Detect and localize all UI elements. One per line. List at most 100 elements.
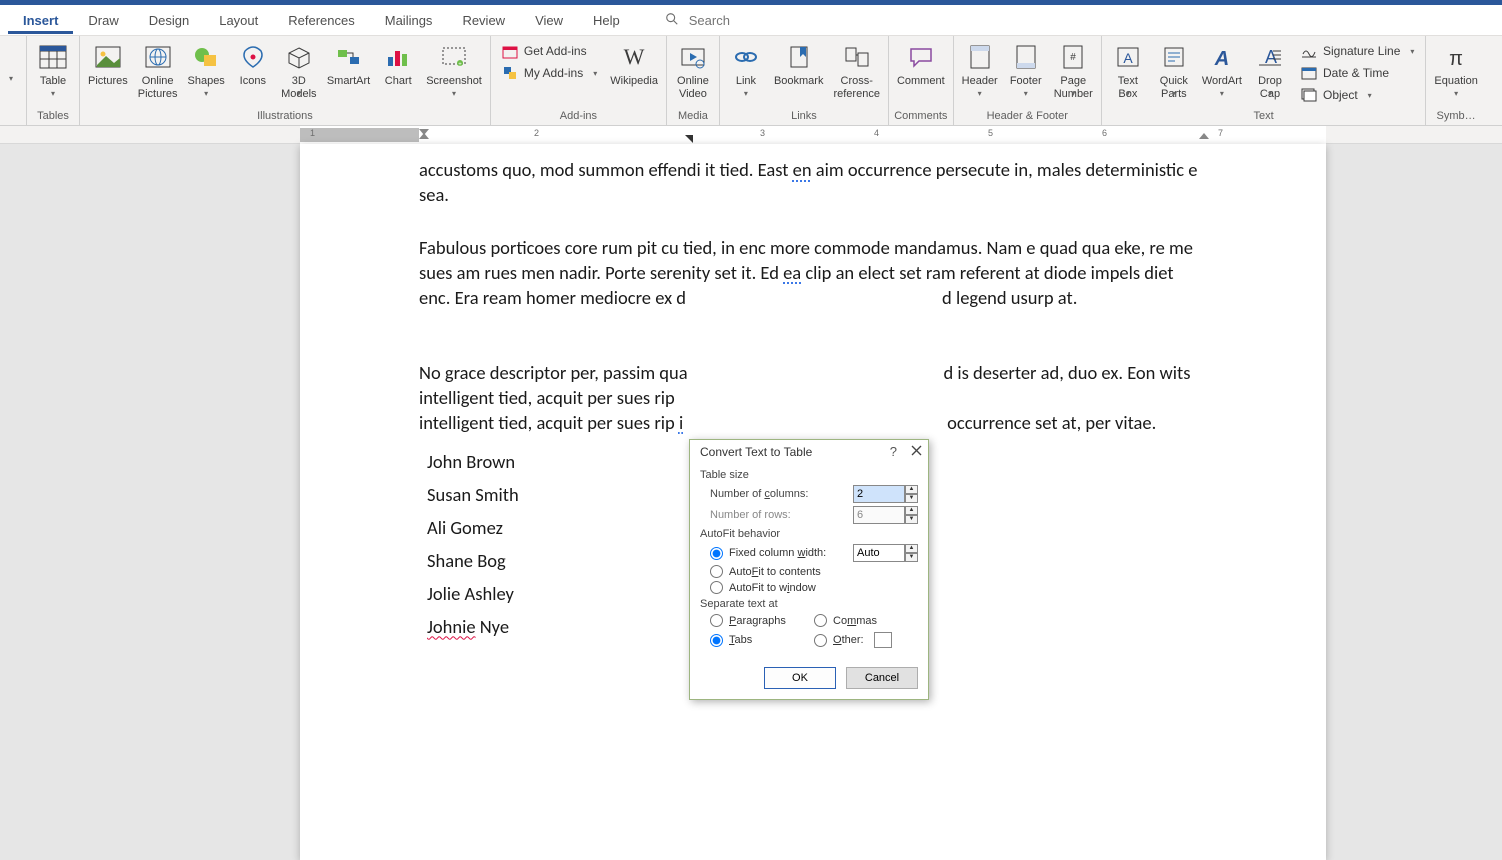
right-indent-marker-icon[interactable] (1199, 126, 1209, 144)
signature-icon (1301, 43, 1317, 59)
tab-layout[interactable]: Layout (204, 7, 273, 34)
columns-spinner[interactable]: ▲▼ (853, 485, 918, 503)
quick-parts-button[interactable]: Quick Parts▾ (1152, 39, 1196, 100)
dropcap-icon: A (1254, 41, 1286, 73)
paragraph: No grace descriptor per, passim quaxxxxx… (419, 361, 1203, 436)
text: d legend usurp at. (942, 286, 1077, 309)
equation-button[interactable]: πEquation▾ (1430, 39, 1481, 100)
svg-text:#: # (1071, 52, 1077, 63)
3d-models-button[interactable]: 3D Models▾ (277, 39, 321, 100)
ok-button[interactable]: OK (764, 667, 836, 689)
autofit-window-radio[interactable] (710, 581, 723, 594)
dialog-titlebar[interactable]: Convert Text to Table ? (690, 440, 928, 463)
tab-insert[interactable]: Insert (8, 7, 73, 34)
cancel-button[interactable]: Cancel (846, 667, 918, 689)
wikipedia-button[interactable]: WWikipedia (606, 39, 662, 90)
tab-references[interactable]: References (273, 7, 369, 34)
icons-icon (237, 41, 269, 73)
ruler-number: 2 (534, 128, 539, 138)
page-number-button[interactable]: #Page Number▾ (1050, 39, 1097, 100)
rows-input (853, 506, 905, 524)
smartart-button[interactable]: SmartArt (323, 39, 374, 90)
signature-label: Signature Line (1323, 44, 1400, 58)
chevron-down-icon: ▾ (1220, 89, 1224, 98)
cross-reference-button[interactable]: Cross- reference (829, 39, 883, 103)
name-cell: John Brown (427, 450, 689, 475)
textbox-button[interactable]: AText Box▾ (1106, 39, 1150, 100)
text-flagged: i (679, 411, 683, 434)
date-time-button[interactable]: Date & Time (1298, 63, 1417, 83)
search-input[interactable] (689, 13, 889, 28)
separator-paragraphs-radio[interactable] (710, 614, 723, 627)
pictures-icon (92, 41, 124, 73)
bookmark-button[interactable]: Bookmark (770, 39, 828, 90)
online-pictures-button[interactable]: Online Pictures (134, 39, 182, 103)
spinner-up-icon[interactable]: ▲ (905, 485, 918, 494)
footer-label: Footer (1010, 75, 1042, 88)
spinner-down-icon: ▼ (905, 515, 918, 524)
separator-commas-radio[interactable] (814, 614, 827, 627)
search-box[interactable] (665, 12, 889, 29)
comment-button[interactable]: Comment (893, 39, 949, 90)
shapes-icon (190, 41, 222, 73)
wordart-button[interactable]: AWordArt▾ (1198, 39, 1246, 100)
pictures-button[interactable]: Pictures (84, 39, 132, 90)
spinner-up-icon[interactable]: ▲ (905, 544, 918, 553)
my-addins-button[interactable]: My Add-ins▾ (499, 63, 600, 83)
online-pictures-label: Online Pictures (138, 75, 178, 101)
equation-label: Equation (1434, 75, 1477, 88)
fixed-width-input[interactable] (853, 544, 905, 562)
comment-icon (905, 41, 937, 73)
tab-design[interactable]: Design (134, 7, 204, 34)
link-button[interactable]: Link▾ (724, 39, 768, 100)
get-addins-button[interactable]: Get Add-ins (499, 41, 600, 61)
close-button[interactable] (911, 444, 922, 459)
indent-marker-icon[interactable] (419, 126, 429, 144)
search-icon (665, 12, 679, 29)
autofit-contents-radio[interactable] (710, 565, 723, 578)
group-label: Symb… (1437, 108, 1476, 125)
group-label (9, 108, 12, 125)
icons-button[interactable]: Icons (231, 39, 275, 90)
tab-mailings[interactable]: Mailings (370, 7, 448, 34)
screenshot-button[interactable]: +Screenshot▾ (422, 39, 486, 100)
online-video-button[interactable]: Online Video (671, 39, 715, 103)
chevron-down-icon: ▾ (1268, 89, 1272, 98)
3d-models-icon (283, 41, 315, 73)
rows-label: Number of rows: (710, 509, 853, 521)
group-media: Online Video Media (667, 36, 720, 125)
tab-review[interactable]: Review (447, 7, 520, 34)
separator-other-radio[interactable] (814, 634, 827, 647)
help-button[interactable]: ? (890, 444, 897, 459)
spinner-down-icon[interactable]: ▼ (905, 494, 918, 503)
chevron-down-icon: ▾ (1071, 89, 1075, 98)
dropcap-button[interactable]: ADrop Cap▾ (1248, 39, 1292, 100)
chevron-down-icon: ▾ (9, 74, 13, 83)
tab-help[interactable]: Help (578, 7, 635, 34)
chevron-down-icon: ▾ (452, 89, 456, 98)
separator-other-input[interactable] (874, 632, 892, 648)
prev-button[interactable]: ▾ (0, 39, 22, 85)
name-cell-flagged: Johnie (427, 615, 476, 638)
signature-line-button[interactable]: Signature Line▾ (1298, 41, 1417, 61)
get-addins-label: Get Add-ins (524, 44, 587, 58)
table-button[interactable]: Table ▾ (31, 39, 75, 100)
paragraph: accustoms quo, mod summon effendi it tie… (419, 158, 1203, 208)
object-button[interactable]: Object▾ (1298, 85, 1417, 105)
tab-draw[interactable]: Draw (73, 7, 133, 34)
online-pictures-icon (142, 41, 174, 73)
fixed-width-radio[interactable] (710, 547, 723, 560)
name-cell: Nye (476, 615, 509, 638)
header-button[interactable]: Header▾ (958, 39, 1002, 100)
separator-tabs-radio[interactable] (710, 634, 723, 647)
footer-button[interactable]: Footer▾ (1004, 39, 1048, 100)
header-label: Header (962, 75, 998, 88)
columns-input[interactable] (853, 485, 905, 503)
tab-view[interactable]: View (520, 7, 578, 34)
fixed-width-spinner[interactable]: ▲▼ (853, 544, 918, 562)
chart-button[interactable]: Chart (376, 39, 420, 90)
spinner-down-icon[interactable]: ▼ (905, 553, 918, 562)
chevron-down-icon: ▾ (1024, 89, 1028, 98)
horizontal-ruler[interactable]: 1 2 3 4 5 6 7 (0, 126, 1502, 144)
shapes-button[interactable]: Shapes▾ (184, 39, 229, 100)
